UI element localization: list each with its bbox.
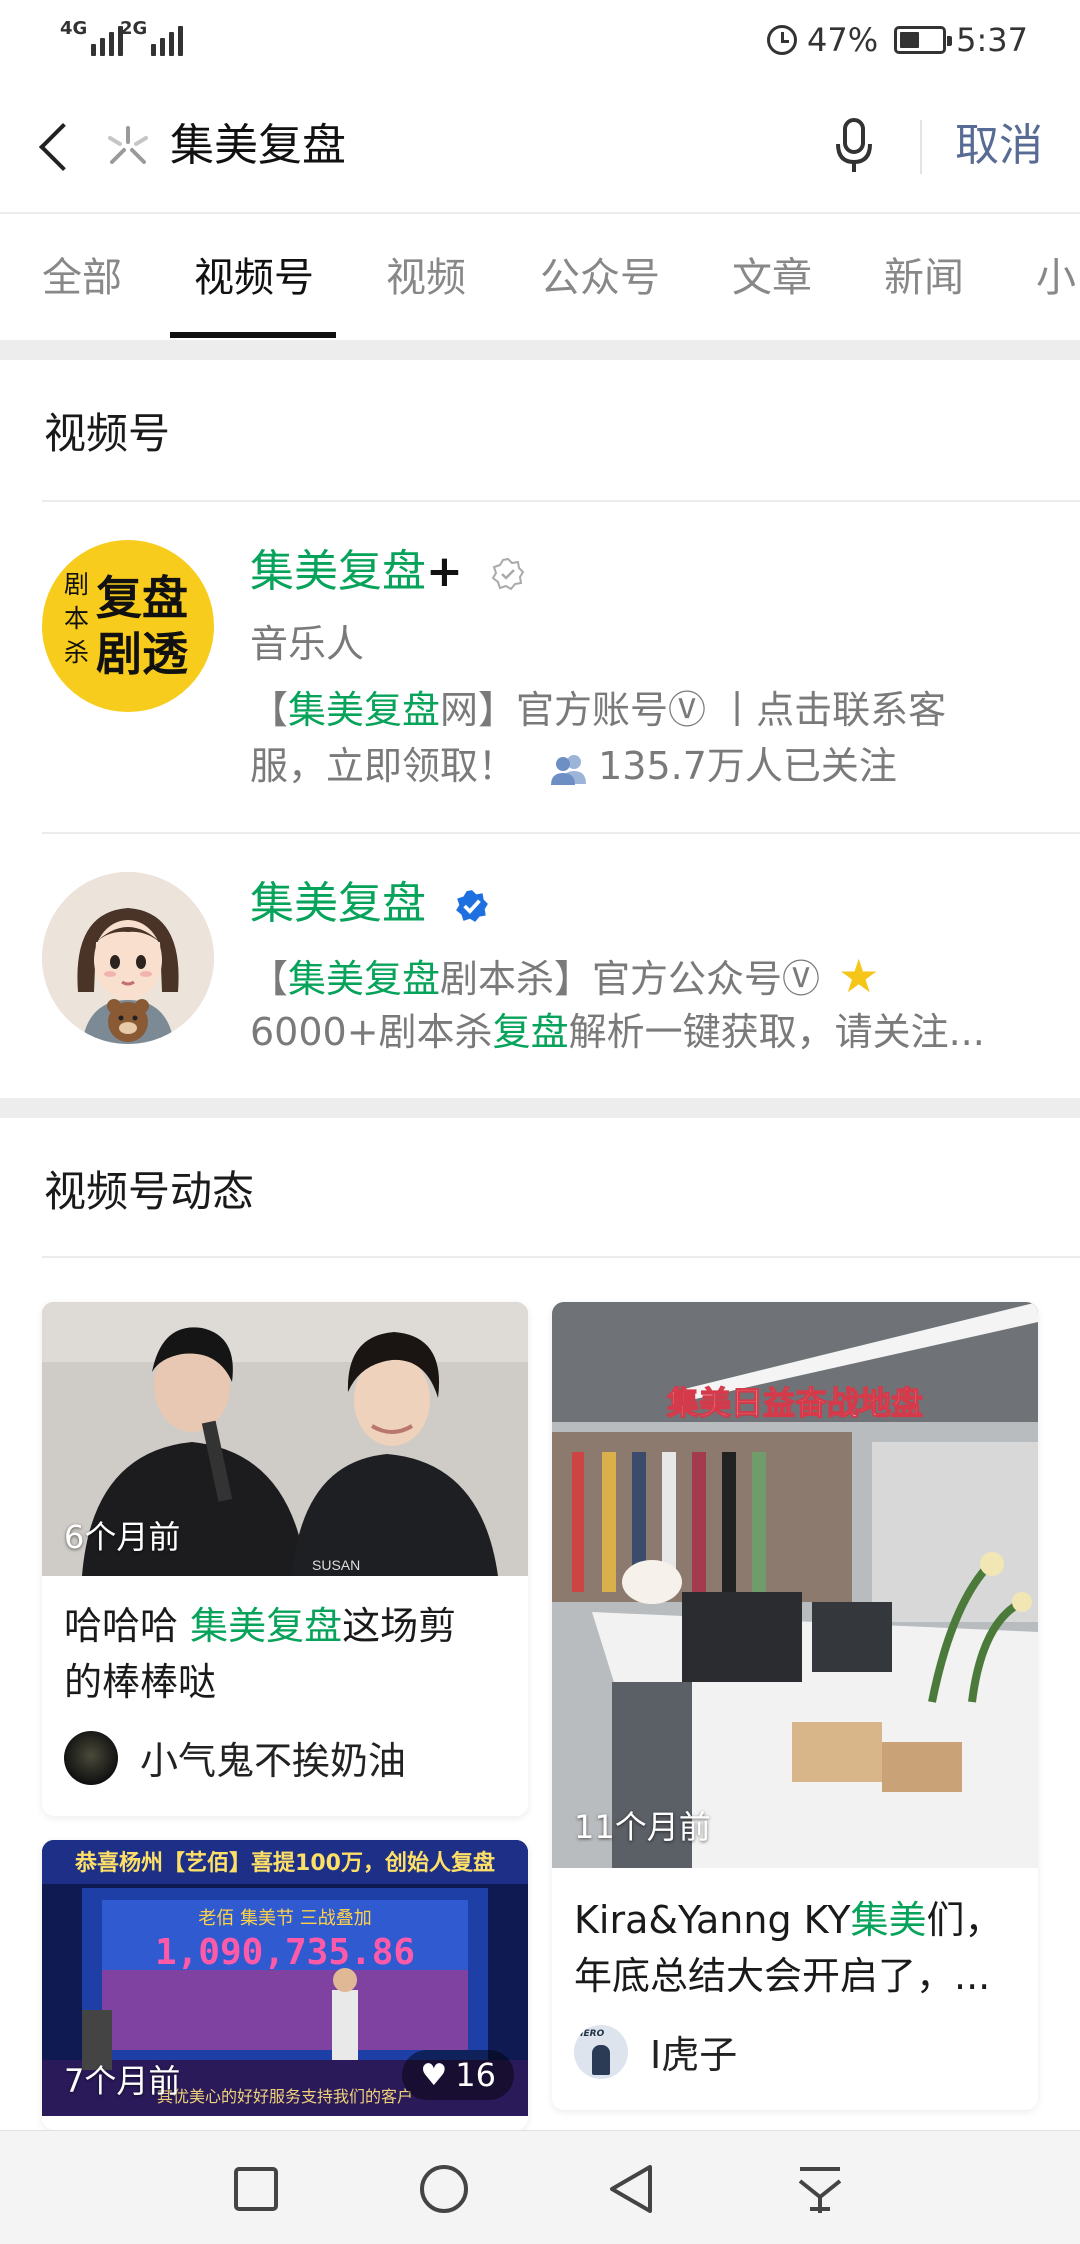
- thumbnail-banner: 集美日益奋战地盘: [666, 1384, 923, 1422]
- tab-videos[interactable]: 视频: [386, 250, 466, 306]
- office-photo: 集美日益奋战地盘: [552, 1302, 1038, 1868]
- video-subtitle: 其优美心的好好服务支持我们的客户: [157, 2087, 413, 2106]
- account-avatar[interactable]: [42, 872, 214, 1044]
- post-time: 7个月前: [64, 2062, 181, 2100]
- search-results-page: 4G 2G 47% 5:37 集美复盘 取消 全部 视频号 视频 公众号 文章 …: [0, 0, 1080, 2244]
- network-type-label: 4G: [60, 18, 88, 39]
- avatar-big-text: 复盘 剧透: [96, 571, 188, 681]
- back-button[interactable]: [30, 118, 84, 174]
- like-count-badge[interactable]: ♥ 16: [402, 2050, 514, 2100]
- active-tab-indicator: [170, 332, 336, 338]
- recent-apps-icon[interactable]: [228, 2161, 284, 2217]
- avatar-small-text: 剧 本 杀: [64, 570, 90, 667]
- search-divider: [920, 120, 922, 174]
- thumbnail-banner: 恭喜杨州【艺佰】喜提100万，创始人复盘: [74, 1850, 495, 1876]
- battery-icon: [894, 26, 953, 54]
- cancel-button[interactable]: 取消: [955, 118, 1043, 174]
- account-avatar[interactable]: 剧 本 杀 复盘 剧透: [42, 540, 214, 712]
- tab-channels[interactable]: 视频号: [194, 250, 314, 306]
- status-right: 47% 5:37: [767, 18, 1028, 62]
- certified-badge-icon: [491, 557, 525, 591]
- author-avatar: [64, 1730, 118, 1785]
- video-post-card[interactable]: 恭喜杨州【艺佰】喜提100万，创始人复盘 老佰 集美节 三战叠加 1,090,7…: [42, 1840, 528, 2130]
- alarm-icon: [767, 25, 798, 55]
- battery-fill: [900, 32, 920, 48]
- video-thumbnail[interactable]: 集美日益奋战地盘 11个月前: [552, 1302, 1038, 1868]
- home-icon[interactable]: [416, 2161, 472, 2217]
- search-logo-icon: [108, 126, 148, 164]
- tab-all[interactable]: 全部: [42, 250, 122, 306]
- battery-percent: 47%: [807, 21, 879, 59]
- star-icon: ★: [838, 949, 880, 1003]
- tab-mini-programs[interactable]: 小: [1036, 250, 1076, 306]
- post-caption: Kira&Yanng KY集美们， 年底总结大会开启了，...: [574, 1898, 1003, 1998]
- tab-articles[interactable]: 文章: [732, 250, 812, 306]
- author-name: I虎子: [650, 2033, 738, 2077]
- back-triangle-icon[interactable]: [604, 2161, 660, 2217]
- search-bar: 集美复盘 取消: [0, 80, 1080, 212]
- account-description: 【集美复盘网】官方账号Ⓥ 丨点击联系客: [250, 688, 947, 732]
- network-type-label: 2G: [120, 18, 148, 39]
- search-input[interactable]: 集美复盘: [170, 118, 346, 174]
- feed-section-title: 视频号动态: [44, 1167, 255, 1216]
- verified-badge-icon: [456, 890, 488, 922]
- divider: [42, 832, 1080, 834]
- account-description-line2: 6000+剧本杀复盘解析一键获取，请关注...: [250, 1010, 985, 1054]
- post-caption: 哈哈哈 集美复盘这场剪 的棒棒哒: [64, 1604, 457, 1704]
- author-name: 小气鬼不挨奶油: [140, 1739, 407, 1783]
- followers-icon: [551, 754, 587, 785]
- search-tabs: 全部 视频号 视频 公众号 文章 新闻 小: [0, 212, 1080, 340]
- clock: 5:37: [956, 21, 1028, 59]
- section-gap: [0, 1098, 1080, 1118]
- screen-text: 老佰 集美节 三战叠加: [198, 1908, 371, 1929]
- tab-official-accounts[interactable]: 公众号: [540, 250, 660, 306]
- like-count: 16: [455, 2056, 496, 2094]
- author-avatar: HERO: [574, 2024, 628, 2079]
- channels-section-title: 视频号: [44, 409, 171, 458]
- account-description: 【集美复盘剧本杀】官方公众号Ⓥ ★: [250, 949, 880, 1003]
- system-nav-bar: [0, 2130, 1080, 2244]
- video-post-card[interactable]: 集美日益奋战地盘 11个月前 Kira&Yanng KY集美们， 年底总结大会开…: [552, 1302, 1038, 2110]
- thumbnail-caption: SUSAN: [312, 1557, 360, 1573]
- account-name[interactable]: 集美复盘: [250, 876, 490, 932]
- notification-pull-icon[interactable]: [792, 2161, 848, 2217]
- heart-icon: ♥: [420, 2057, 448, 2093]
- post-time: 11个月前: [574, 1808, 711, 1846]
- cartoon-girl-avatar: [42, 872, 214, 1044]
- post-author[interactable]: 小气鬼不挨奶油: [64, 1730, 406, 1785]
- tab-news[interactable]: 新闻: [884, 250, 964, 306]
- account-category: 音乐人: [250, 622, 365, 666]
- divider: [42, 500, 1080, 502]
- post-time: 6个月前: [64, 1518, 181, 1556]
- signal-sim1-icon: 4G: [60, 18, 124, 56]
- status-bar: 4G 2G 47% 5:37: [0, 0, 1080, 80]
- divider: [42, 1256, 1080, 1258]
- screen-amount: 1,090,735.86: [155, 1932, 415, 1973]
- video-post-card[interactable]: SUSAN 6个月前 哈哈哈 集美复盘这场剪 的棒棒哒 小气鬼不挨奶油: [42, 1302, 528, 1816]
- section-gap: [0, 340, 1080, 360]
- video-thumbnail[interactable]: 恭喜杨州【艺佰】喜提100万，创始人复盘 老佰 集美节 三战叠加 1,090,7…: [42, 1840, 528, 2116]
- signal-sim2-icon: 2G: [120, 18, 184, 56]
- account-description-line2: 服，立即领取！ 135.7万人已关注: [250, 744, 897, 788]
- video-thumbnail[interactable]: SUSAN 6个月前: [42, 1302, 528, 1576]
- microphone-icon[interactable]: [830, 116, 878, 176]
- post-author[interactable]: HERO I虎子: [574, 2024, 737, 2079]
- account-name[interactable]: 集美复盘+: [250, 544, 525, 600]
